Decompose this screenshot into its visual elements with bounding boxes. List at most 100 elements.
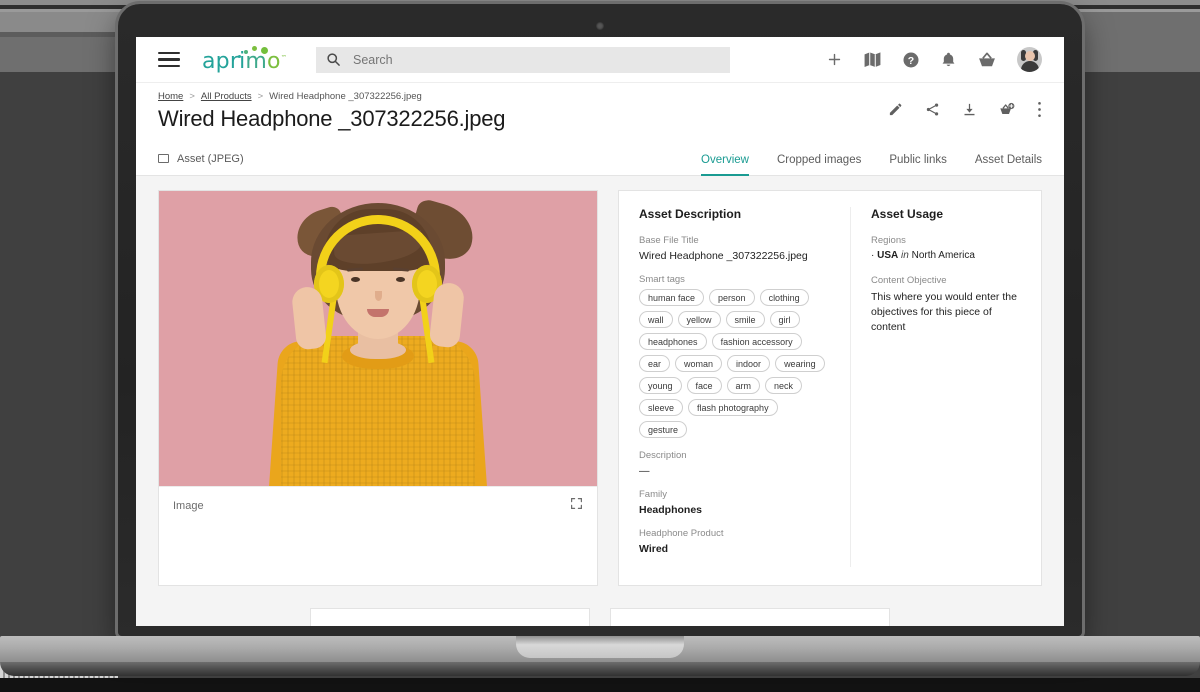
preview-label: Image [173,499,204,512]
asset-description-heading: Asset Description [639,207,742,221]
logo-text-part2: m [245,48,268,74]
breadcrumb-all-products[interactable]: All Products [201,91,252,102]
smart-tag[interactable]: headphones [639,333,707,350]
region-parent: North America [911,250,975,261]
smart-tag[interactable]: indoor [727,355,771,372]
asset-preview-card: Image [158,190,598,586]
avatar[interactable] [1017,47,1042,72]
smart-tag[interactable]: arm [726,377,761,394]
smart-tag[interactable]: flash photography [688,399,778,416]
description-value: — [639,465,650,477]
tab-list: Overview Cropped images Public links Ass… [701,142,1042,176]
content-objective-value: This where you would enter the objective… [871,291,1017,334]
smart-tag[interactable]: wearing [775,355,825,372]
add-icon[interactable] [826,51,843,68]
background-left-panel [0,12,120,32]
logo-text-part1: apri [202,48,246,74]
logo-trademark: ™ [280,54,287,62]
tab-cropped-images[interactable]: Cropped images [777,154,861,176]
breadcrumb-separator-2: > [257,91,264,102]
family-label: Family [639,489,667,500]
edit-icon[interactable] [888,102,903,117]
asset-action-bar [888,101,1042,118]
asset-type-label: Asset (JPEG) [177,152,244,165]
content-row-primary: Image Asset Description Base File Title … [158,190,1042,586]
smart-tag[interactable]: gesture [639,421,688,438]
asset-info-card: Asset Description Base File Title Wired … [618,190,1042,586]
logo-wordmark: aprimo™ [202,49,287,74]
desktop-scene: aprimo™ Search ? Home > All Products > W… [0,0,1200,692]
main-content: Image Asset Description Base File Title … [136,176,1064,626]
region-name: USA [877,250,899,261]
laptop-device: aprimo™ Search ? Home > All Products > W… [0,4,1200,676]
asset-description-section: Asset Description Base File Title Wired … [619,207,851,567]
background-left-panel-shadow [0,32,120,37]
help-icon[interactable]: ? [902,51,920,69]
smart-tag[interactable]: ear [639,355,671,372]
top-bar-icons: ? [826,47,1042,72]
notifications-icon[interactable] [940,51,957,68]
smart-tag[interactable]: sleeve [639,399,684,416]
tabs-bar: Asset (JPEG) Overview Cropped images Pub… [136,142,1064,176]
download-icon[interactable] [962,102,977,117]
map-icon[interactable] [863,50,882,69]
search-icon [327,53,340,66]
smart-tag[interactable]: face [686,377,722,394]
smart-tag[interactable]: smile [725,311,765,328]
page-header: Home > All Products > Wired Headphone _3… [136,83,1064,142]
smart-tags-list: human face person clothing wall yellow s… [639,289,830,438]
content-objective-label: Content Objective [871,275,947,286]
headphone-product-label: Headphone Product [639,528,724,539]
aprimo-logo[interactable]: aprimo™ [202,45,287,74]
smart-tag[interactable]: clothing [759,289,809,306]
laptop-screen: aprimo™ Search ? Home > All Products > W… [136,37,1064,626]
asset-preview-image[interactable] [159,191,597,486]
smart-tag[interactable]: young [639,377,682,394]
asset-type-indicator: Asset (JPEG) [158,153,244,165]
laptop-base [0,636,1200,676]
description-label: Description [639,450,687,461]
smart-tag[interactable]: human face [639,289,705,306]
content-row-secondary: Asset Rights Asset Status Details Filena… [158,608,1042,626]
breadcrumb-home[interactable]: Home [158,91,183,102]
search-bar[interactable] [316,46,730,73]
tab-overview[interactable]: Overview [701,154,749,176]
hamburger-menu-icon[interactable] [158,48,180,72]
svg-text:?: ? [908,54,914,66]
smart-tag[interactable]: fashion accessory [711,333,802,350]
asset-rights-heading: Asset Rights [331,625,569,626]
background-bottom-strip [0,678,1200,692]
more-options-icon[interactable] [1037,101,1042,118]
breadcrumb-separator-1: > [189,91,195,102]
smart-tag[interactable]: yellow [677,311,721,328]
details-card: Details Filename [610,608,890,626]
asset-rights-card: Asset Rights Asset Status [310,608,590,626]
asset-type-icon [158,154,169,163]
region-preposition: in [901,250,909,261]
smart-tag[interactable]: wall [639,311,673,328]
fullscreen-icon[interactable] [570,497,583,515]
asset-usage-section: Asset Usage Regions · USA in North Ameri… [851,207,1041,567]
asset-preview-footer: Image [159,486,597,524]
regions-label: Regions [871,235,906,246]
tab-public-links[interactable]: Public links [889,154,947,176]
breadcrumb-current: Wired Headphone _307322256.jpeg [269,91,422,102]
tab-asset-details[interactable]: Asset Details [975,154,1042,176]
asset-usage-heading: Asset Usage [871,207,944,221]
app-top-bar: aprimo™ Search ? [136,37,1064,83]
smart-tags-label: Smart tags [639,274,685,285]
laptop-base-notch [516,636,684,658]
share-icon[interactable] [925,102,940,117]
smart-tag[interactable]: woman [675,355,723,372]
logo-text-part3: o [267,48,281,74]
family-value: Headphones [639,504,703,516]
laptop-base-bottom [0,662,1200,676]
smart-tag[interactable]: girl [769,311,800,328]
smart-tag[interactable]: person [709,289,755,306]
add-to-basket-icon[interactable] [999,102,1015,118]
search-input[interactable] [353,52,720,67]
smart-tag[interactable]: neck [765,377,803,394]
basket-icon[interactable] [977,50,997,70]
region-bullet: · [871,250,875,261]
details-heading: Details [631,625,869,626]
